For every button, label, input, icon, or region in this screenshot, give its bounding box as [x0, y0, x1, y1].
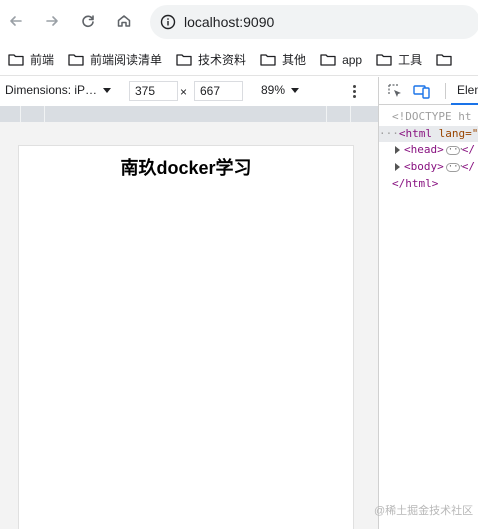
- back-button[interactable]: [5, 10, 27, 32]
- back-arrow-icon: [10, 16, 22, 26]
- inspect-element-button[interactable]: [385, 81, 405, 101]
- width-input[interactable]: 375: [129, 81, 178, 101]
- bookmark-folder-tools[interactable]: 工具: [376, 51, 422, 68]
- inspect-cursor-icon: [388, 84, 401, 97]
- url-text[interactable]: localhost:9090: [184, 14, 274, 30]
- browser-toolbar: localhost:9090: [0, 0, 478, 44]
- emulated-device-screen[interactable]: 南玖docker学习: [18, 145, 354, 529]
- bookmark-folder-reading-list[interactable]: 前端阅读清单: [68, 51, 162, 68]
- head-tag: <head>: [404, 143, 444, 156]
- devtools-tabbar: Elen: [379, 77, 478, 105]
- bookmark-folder-app[interactable]: app: [320, 53, 362, 67]
- device-mode-icon: [413, 85, 430, 99]
- dropdown-arrow-icon: [291, 87, 300, 93]
- address-bar[interactable]: localhost:9090: [150, 5, 478, 39]
- collapsed-content-icon[interactable]: [445, 142, 464, 158]
- forward-button[interactable]: [41, 10, 63, 32]
- bookmark-label: 技术资料: [198, 53, 247, 67]
- body-node[interactable]: <body></: [395, 159, 475, 175]
- forward-arrow-icon: [46, 16, 58, 26]
- expand-arrow-icon[interactable]: [395, 163, 400, 171]
- dimension-separator: ×: [180, 85, 188, 99]
- bookmark-label: app: [342, 52, 363, 67]
- dropdown-arrow-icon: [103, 87, 112, 93]
- folder-icon: [436, 54, 452, 66]
- head-node[interactable]: <head></: [395, 142, 475, 158]
- home-icon: [117, 15, 131, 27]
- html-lang-attr: lang=": [438, 127, 478, 140]
- site-info-icon[interactable]: [160, 14, 176, 30]
- bookmark-folder-qianduan[interactable]: 前端: [8, 51, 54, 68]
- tab-separator: [445, 83, 446, 99]
- device-toolbar-toggle[interactable]: [412, 81, 432, 101]
- reload-icon: [82, 15, 94, 28]
- home-button[interactable]: [113, 10, 135, 32]
- html-open-tag: <html: [398, 127, 432, 140]
- zoom-value: 89%: [261, 83, 286, 97]
- watermark: @稀土掘金技术社区: [374, 505, 474, 517]
- folder-icon: [260, 54, 276, 66]
- html-node[interactable]: ···<html lang=": [379, 126, 478, 142]
- folder-icon: [176, 54, 192, 66]
- bookmark-folder-overflow[interactable]: [436, 53, 458, 66]
- bookmark-folder-tech[interactable]: 技术资料: [176, 51, 246, 68]
- doctype-node[interactable]: <!DOCTYPE ht: [392, 109, 471, 125]
- bookmark-label: 其他: [282, 53, 307, 67]
- height-input[interactable]: 667: [194, 81, 243, 101]
- media-query-ruler[interactable]: [0, 106, 378, 122]
- folder-icon: [376, 54, 392, 66]
- more-options-icon[interactable]: [350, 81, 358, 101]
- body-tag: <body>: [404, 160, 444, 173]
- tab-elements[interactable]: Elen: [457, 83, 478, 97]
- expand-arrow-icon[interactable]: [395, 146, 400, 154]
- bookmarks-bar: 前端 前端阅读清单 技术资料 其他 app 工具: [0, 44, 478, 76]
- folder-icon: [68, 54, 84, 66]
- bookmark-label: 工具: [398, 53, 423, 67]
- active-tab-indicator: [451, 103, 478, 105]
- html-close-tag[interactable]: </html>: [392, 176, 438, 192]
- bookmark-folder-other[interactable]: 其他: [260, 51, 306, 68]
- bookmark-label: 前端阅读清单: [90, 53, 163, 67]
- reload-button[interactable]: [77, 10, 99, 32]
- bookmark-label: 前端: [30, 53, 55, 67]
- folder-icon: [8, 54, 24, 66]
- collapsed-content-icon[interactable]: [445, 159, 464, 175]
- device-dimensions-select[interactable]: Dimensions: iP…: [5, 83, 112, 97]
- zoom-select[interactable]: 89%: [261, 83, 300, 97]
- device-toolbar: Dimensions: iP… 375 × 667 89%: [0, 77, 378, 105]
- dimensions-label: Dimensions: iP…: [5, 83, 98, 97]
- node-options-icon[interactable]: ···: [379, 127, 399, 140]
- page-heading: 南玖docker学习: [120, 158, 252, 178]
- folder-icon: [320, 54, 336, 66]
- devtools-panel: Elen <!DOCTYPE ht ···<html lang=" <head>…: [379, 77, 478, 529]
